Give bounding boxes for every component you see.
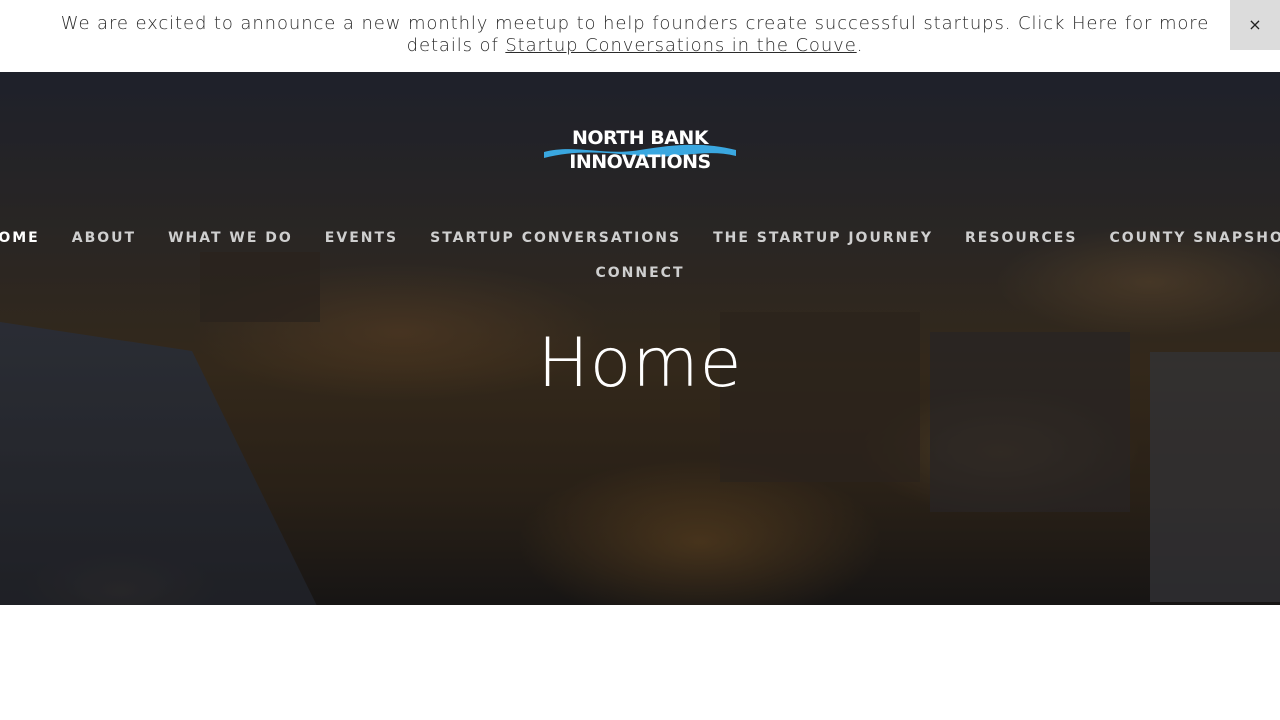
- nav-item-the-startup-journey[interactable]: THE STARTUP JOURNEY: [697, 230, 949, 246]
- north-bank-innovations-logo[interactable]: NORTH BANK INNOVATIONS: [544, 126, 736, 170]
- nav-row: CONNECT: [0, 262, 1280, 284]
- close-icon: ×: [1248, 15, 1262, 34]
- nav-item-events[interactable]: EVENTS: [309, 230, 414, 246]
- announcement-trailing: .: [856, 35, 864, 56]
- nav-item-resources[interactable]: RESOURCES: [949, 230, 1093, 246]
- page-title: Home: [537, 324, 743, 403]
- nav-item-connect[interactable]: CONNECT: [580, 265, 701, 281]
- main-navigation: HOME ABOUT WHAT WE DO EVENTS STARTUP CON…: [0, 227, 1280, 284]
- close-announcement-button[interactable]: ×: [1230, 0, 1280, 50]
- nav-row: HOME ABOUT WHAT WE DO EVENTS STARTUP CON…: [0, 227, 1280, 249]
- logo-line-2: INNOVATIONS: [569, 151, 710, 170]
- nav-item-startup-conversations[interactable]: STARTUP CONVERSATIONS: [414, 230, 697, 246]
- nav-item-what-we-do[interactable]: WHAT WE DO: [152, 230, 309, 246]
- announcement-bar: We are excited to announce a new monthly…: [0, 0, 1280, 72]
- announcement-link[interactable]: Startup Conversations in the Couve: [505, 35, 856, 56]
- nav-item-about[interactable]: ABOUT: [56, 230, 152, 246]
- hero-banner: NORTH BANK INNOVATIONS HOME ABOUT WHAT W…: [0, 72, 1280, 605]
- nav-item-county-snapshot[interactable]: COUNTY SNAPSHOT: [1093, 230, 1280, 246]
- nav-item-home[interactable]: HOME: [0, 230, 56, 246]
